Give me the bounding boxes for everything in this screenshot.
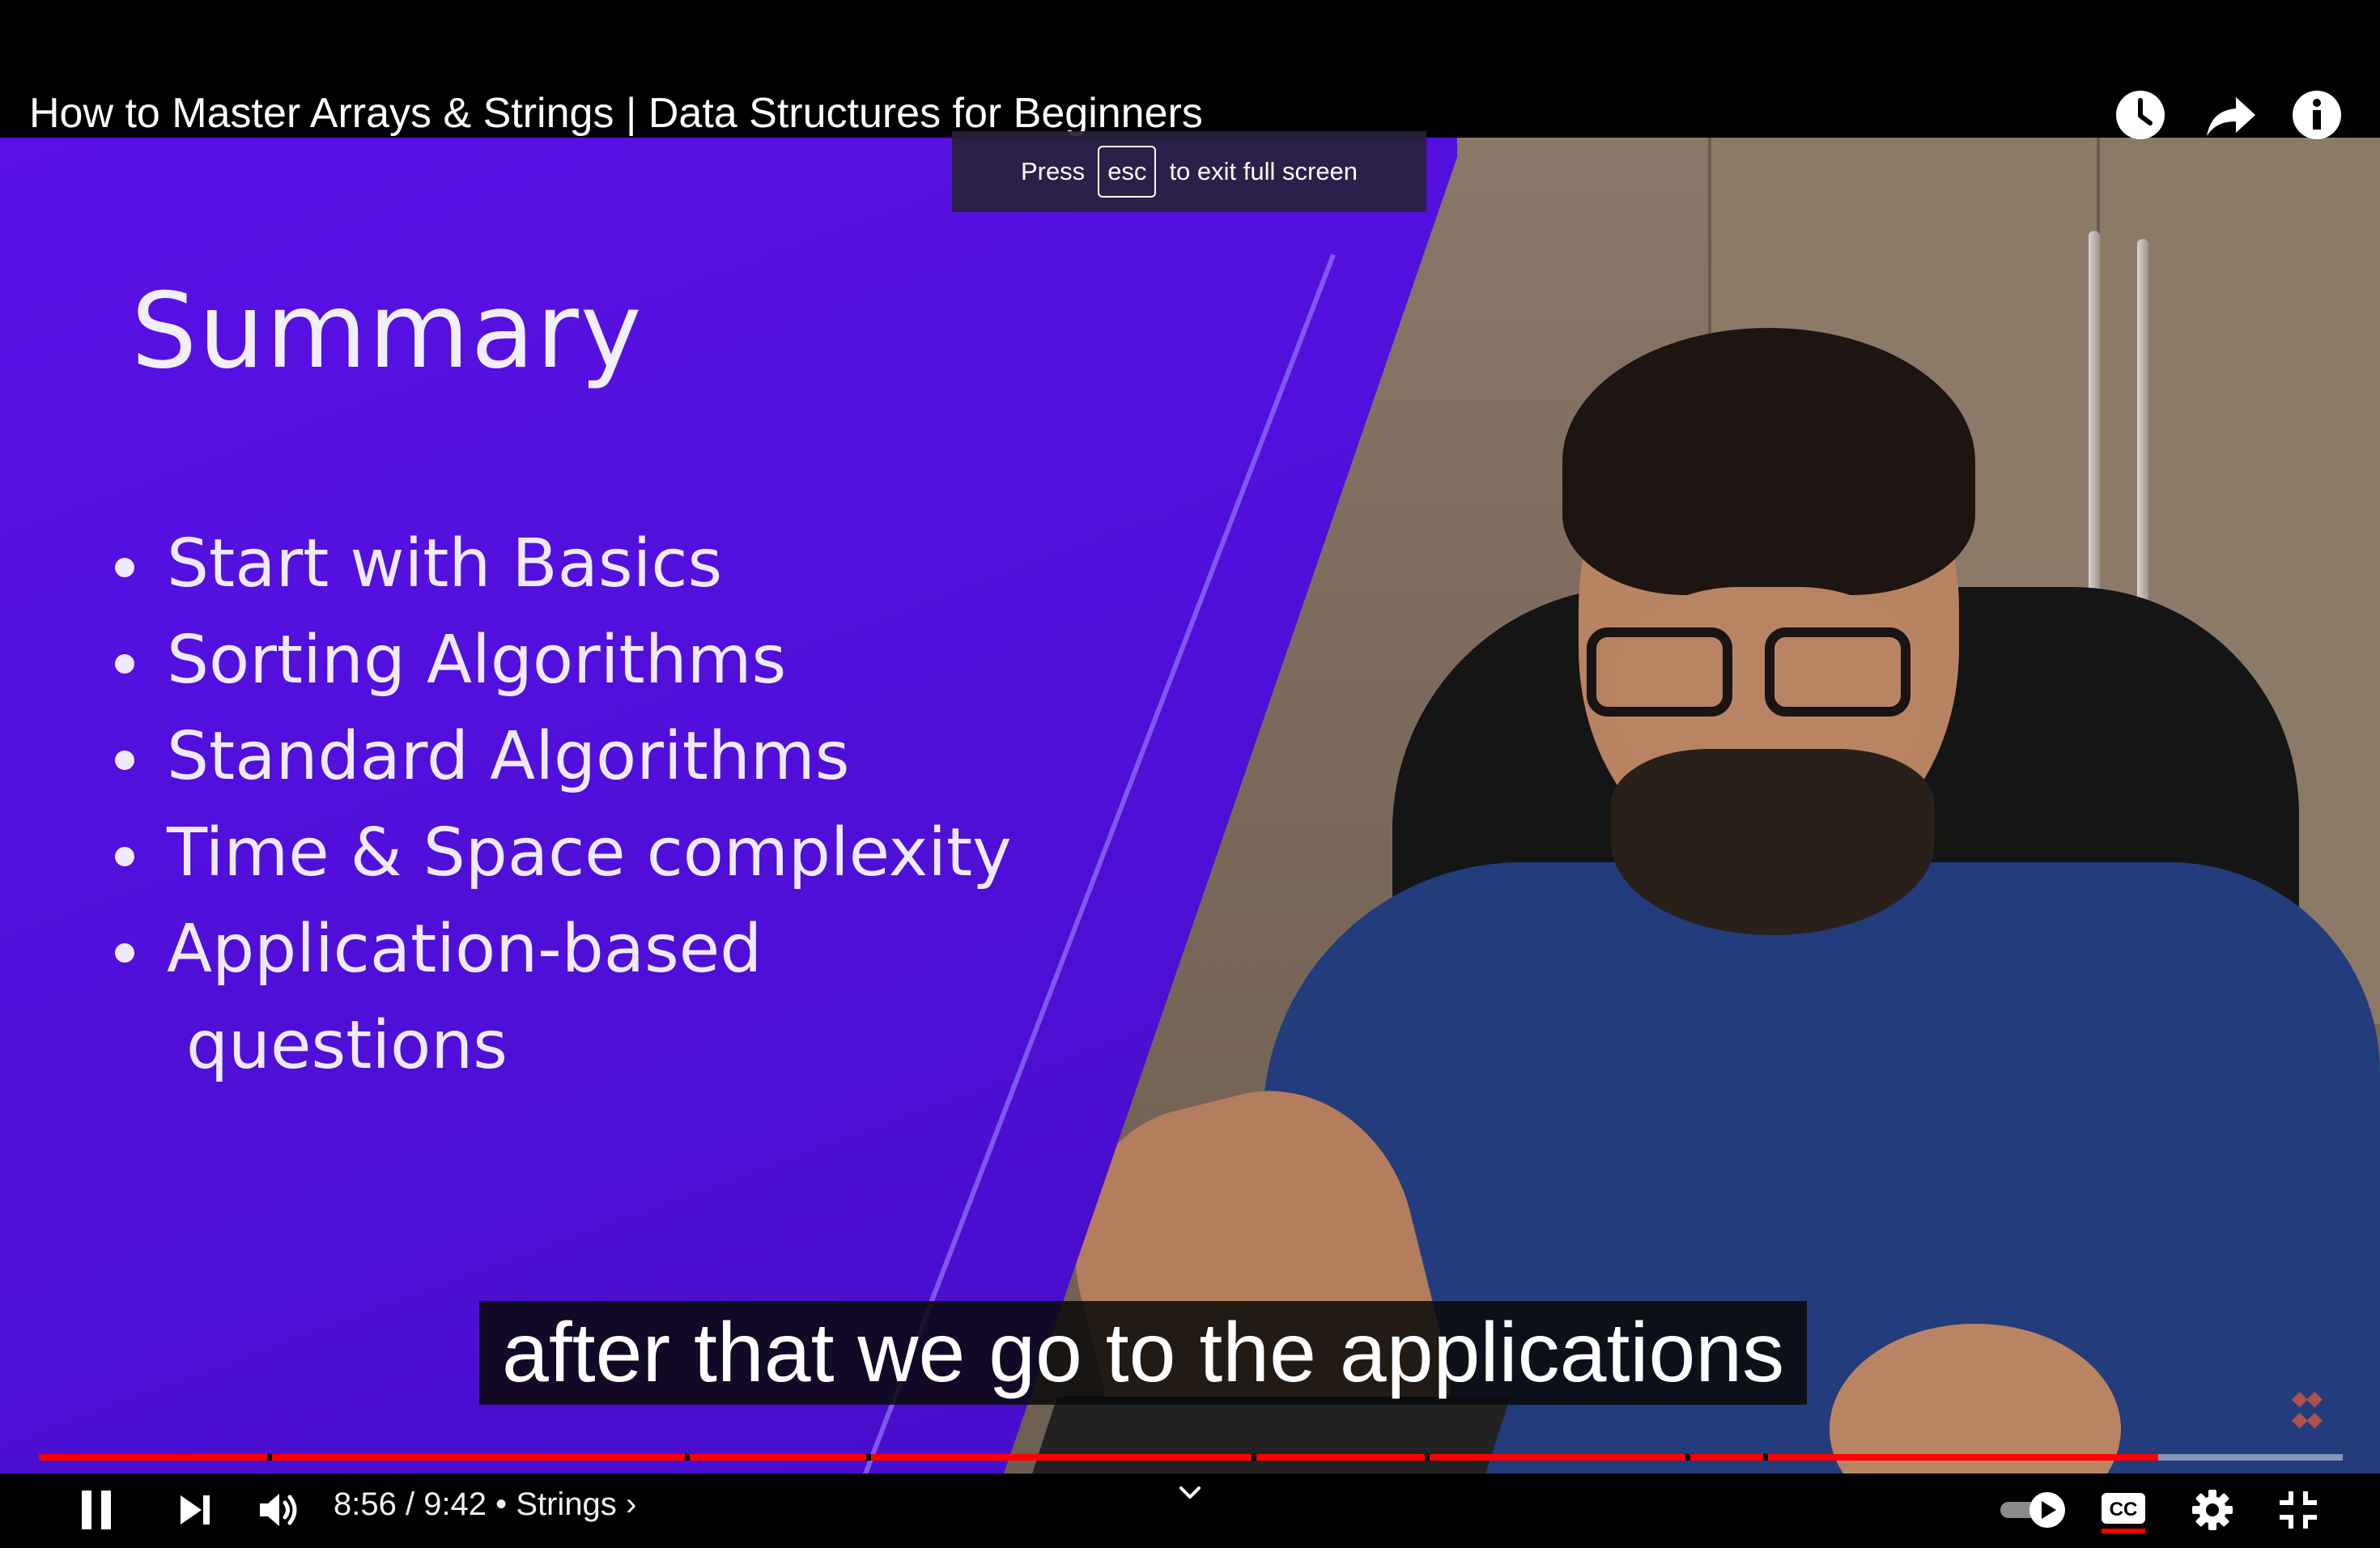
chevron-down-icon (1179, 1486, 1201, 1499)
time-display: 8:56 / 9:42 (334, 1486, 487, 1522)
presenter-beard (1611, 749, 1935, 935)
slide-bullet: Start with Basics (113, 516, 1012, 612)
gear-icon (2192, 1490, 2233, 1530)
video-title[interactable]: How to Master Arrays & Strings | Data St… (29, 89, 1203, 138)
progress-played (39, 1454, 2159, 1461)
autoplay-toggle[interactable] (1995, 1485, 2072, 1535)
video-player[interactable]: ◆◆ ◆◆ Summary Start with Basics Sorting A… (0, 0, 2380, 1548)
time-and-chapter: 8:56 / 9:42 • Strings › (334, 1486, 636, 1523)
chapter-link[interactable]: Strings › (516, 1486, 636, 1522)
chevron-right-icon: › (625, 1486, 637, 1522)
chapter-marker (685, 1454, 690, 1461)
toast-suffix-text: to exit full screen (1169, 157, 1358, 185)
share-button[interactable] (2205, 89, 2257, 141)
info-button[interactable] (2291, 89, 2343, 141)
more-videos-button[interactable] (1177, 1483, 1203, 1507)
channel-watermark-logo: ◆◆ ◆◆ (2292, 1388, 2323, 1431)
slide-bullet: Application-based (113, 901, 1012, 997)
chapter-marker (866, 1454, 871, 1461)
slide-title: Summary (131, 271, 644, 392)
subtitle-caption: after that we go to the applications (479, 1301, 1808, 1405)
fullscreen-exit-toast: Press esc to exit full screen (952, 131, 1426, 212)
presenter-glasses (1587, 627, 1910, 717)
esc-key-badge: esc (1098, 146, 1157, 198)
slide-bullet: Standard Algorithms (113, 708, 1012, 805)
pause-button[interactable] (71, 1485, 121, 1535)
pause-icon (82, 1491, 111, 1529)
chapter-marker (1425, 1454, 1430, 1461)
separator-dot: • (495, 1486, 508, 1522)
info-icon (2293, 91, 2341, 139)
slide-bullet: Time & Space complexity (113, 805, 1012, 901)
chapter-title: Strings (516, 1486, 617, 1522)
slide-bullet-continuation: questions (186, 1007, 508, 1084)
exit-fullscreen-button[interactable] (2272, 1483, 2325, 1537)
slide-bullet: Sorting Algorithms (113, 612, 1012, 708)
video-frame[interactable]: ◆◆ ◆◆ Summary Start with Basics Sorting A… (0, 134, 2380, 1474)
keyboard (1015, 1397, 1511, 1474)
clock-icon (2116, 91, 2165, 139)
autoplay-toggle-icon (2000, 1492, 2065, 1528)
progress-bar[interactable] (39, 1454, 2343, 1461)
chapter-marker (267, 1454, 272, 1461)
share-icon (2207, 97, 2255, 136)
volume-icon (260, 1494, 297, 1526)
next-button[interactable] (170, 1485, 220, 1535)
presenter-hair (1562, 328, 1975, 595)
slide-bullet-list: Start with Basics Sorting Algorithms Sta… (113, 516, 1012, 1094)
captions-button[interactable]: CC (2095, 1483, 2152, 1537)
exit-fullscreen-icon (2280, 1491, 2317, 1529)
svg-text:CC: CC (2110, 1499, 2138, 1520)
mute-button[interactable] (253, 1485, 306, 1535)
chapter-marker (1763, 1454, 1768, 1461)
player-top-bar: How to Master Arrays & Strings | Data St… (0, 0, 2380, 141)
watch-later-button[interactable] (2114, 89, 2166, 141)
skip-next-icon (181, 1495, 210, 1525)
chapter-marker (1252, 1454, 1256, 1461)
toast-press-text: Press (1020, 157, 1086, 185)
chapter-marker (1685, 1454, 1690, 1461)
closed-captions-icon: CC (2102, 1493, 2145, 1533)
settings-button[interactable] (2186, 1483, 2239, 1537)
